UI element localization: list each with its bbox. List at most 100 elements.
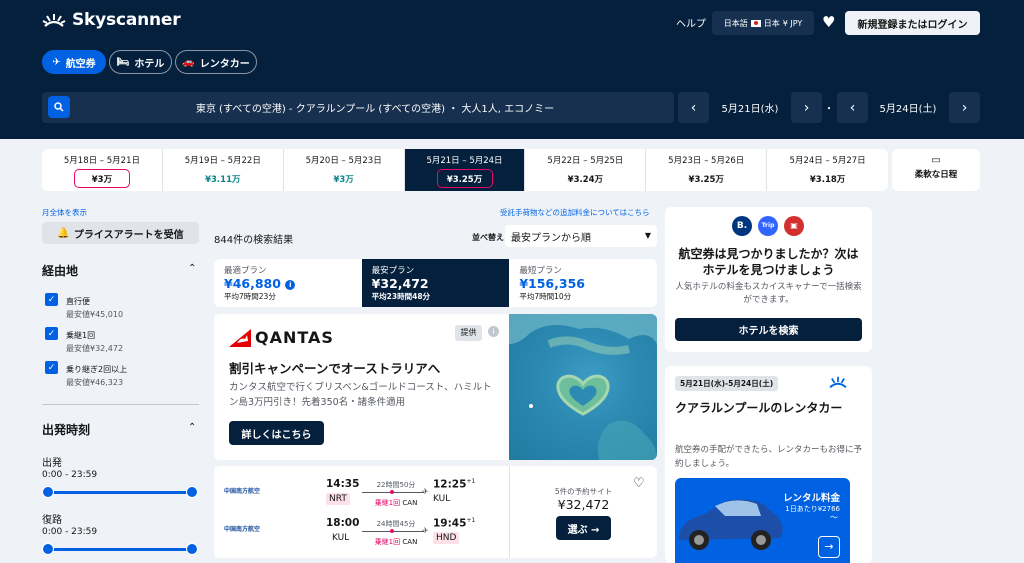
select-flight-button[interactable]: 選ぶ →	[556, 516, 611, 540]
booking-sites-count: 5件の予約サイト	[554, 487, 613, 496]
checkbox-direct[interactable]: ✓	[45, 293, 58, 306]
inbound-arrive-time: 19:45+1	[433, 517, 476, 530]
search-summary-text[interactable]: 東京 (すべての空港) - クアラルンプール (すべての空港) ・ 大人1人, …	[80, 92, 670, 123]
depart-date[interactable]: 5月21日(水)	[712, 92, 788, 123]
skyscanner-logo[interactable]: Skyscanner	[42, 10, 181, 30]
sort-tab-sub: 平均7時間10分	[519, 292, 572, 301]
calendar-icon: ▭	[931, 155, 941, 166]
tab-car-rental[interactable]: 🚗 レンタカー	[175, 50, 257, 74]
sort-select[interactable]: 最安プランから順 ▼	[505, 225, 657, 247]
date-strip-cell[interactable]: 5月18日 – 5月21日 ¥3万	[42, 149, 163, 191]
flight-result-card[interactable]: 中国南方航空 中国南方航空 14:35 NRT 22時間50分 ✈ 乗継1回 C…	[214, 466, 657, 558]
plane-icon: ✈	[422, 526, 429, 535]
sort-tab-cheapest[interactable]: 最安プラン ¥32,472 平均23時間48分	[361, 259, 510, 307]
heart-reef-image	[509, 314, 657, 460]
search-hotels-button[interactable]: ホテルを検索	[675, 318, 862, 341]
outbound-arrive-time: 12:25+1	[433, 478, 476, 491]
info-icon[interactable]: i	[488, 326, 499, 337]
depart-time-slider[interactable]	[48, 491, 192, 494]
return-time-slider[interactable]	[48, 548, 192, 551]
prev-depart-date-button[interactable]: ‹	[678, 92, 709, 123]
next-return-date-button[interactable]: ›	[949, 92, 980, 123]
qantas-ad-card[interactable]: QANTAS 提供 i 割引キャンペーンでオーストラリアへ カンタス航空で行くブ…	[214, 314, 657, 460]
japan-flag-icon	[750, 19, 761, 27]
search-icon[interactable]	[48, 96, 70, 118]
sort-tab-price: ¥156,356	[519, 276, 585, 291]
flight-price: ¥32,472	[557, 497, 610, 512]
show-whole-month-link[interactable]: 月全体を表示	[42, 207, 87, 218]
stops-one-label: 乗継1回	[66, 331, 96, 340]
sort-tab-price: ¥32,472	[371, 276, 429, 291]
date-range: 5月24日 – 5月27日	[789, 156, 866, 166]
kangaroo-icon	[229, 328, 251, 347]
trip-logo-icon: Trip	[758, 216, 778, 236]
date-strip-cell[interactable]: 5月22日 – 5月25日 ¥3.24万	[525, 149, 647, 191]
brand-name: Skyscanner	[72, 10, 181, 30]
results-count: 844件の検索結果	[214, 235, 294, 246]
car-promo-body: 航空券の手配ができたら、レンタカーもお得に予約しましょう。	[675, 445, 863, 469]
chevron-left-icon: ‹	[849, 99, 856, 116]
hotel-promo-body: 人気ホテルの料金もスカイスキャナーで一括検索ができます。	[675, 282, 862, 305]
flexible-dates-button[interactable]: ▭ 柔軟な日程	[892, 149, 980, 191]
tab-hotels[interactable]: 🛏 ホテル	[109, 50, 172, 74]
stops-two-label: 乗り継ぎ2回以上	[66, 365, 128, 374]
return-slider-max-handle[interactable]	[186, 543, 198, 555]
date-strip-cell[interactable]: 5月23日 – 5月26日 ¥3.25万	[646, 149, 768, 191]
date-range: 5月19日 – 5月22日	[184, 156, 261, 166]
outbound-depart-time: 14:35	[326, 478, 360, 490]
help-link[interactable]: ヘルプ	[676, 15, 706, 30]
price-alert-button[interactable]: 🔔 プライスアラートを受信	[42, 222, 199, 244]
info-icon[interactable]: i	[285, 279, 296, 290]
stops-direct-price: 最安値¥45,010	[66, 310, 124, 319]
chevron-up-icon[interactable]: ⌃	[188, 263, 196, 274]
car-rate-panel: レンタル料金 1日あたり¥2766 〜 →	[675, 478, 850, 563]
depart-time-label: 出発	[42, 458, 62, 469]
return-time-label: 復路	[42, 515, 62, 526]
date-strip-cell[interactable]: 5月21日 – 5月24日 ¥3.25万	[404, 149, 526, 191]
inbound-depart-time: 18:00	[326, 517, 360, 529]
ad-cta-button[interactable]: 詳しくはこちら	[229, 421, 324, 445]
ad-body: カンタス航空で行くブリスベン&ゴールドコースト、ハミルトン島3万円引き！先着35…	[229, 382, 492, 408]
blue-car-image	[679, 499, 783, 550]
next-depart-date-button[interactable]: ›	[791, 92, 822, 123]
sort-tab-price: ¥46,880 i	[224, 276, 352, 291]
tab-hotels-label: ホテル	[134, 58, 165, 70]
return-date[interactable]: 5月24日(土)	[870, 92, 946, 123]
login-button[interactable]: 新規登録またはログイン	[845, 11, 980, 35]
chevron-right-icon: ›	[803, 99, 810, 116]
return-slider-min-handle[interactable]	[42, 543, 54, 555]
inbound-depart-airport: KUL	[332, 533, 350, 543]
caret-down-icon: ▼	[644, 231, 651, 240]
date-strip-cell[interactable]: 5月19日 – 5月22日 ¥3.11万	[163, 149, 284, 191]
chevron-up-icon[interactable]: ⌃	[188, 422, 196, 433]
checkbox-two-plus-stops[interactable]: ✓	[45, 361, 58, 374]
heart-icon[interactable]: ♥	[822, 13, 835, 31]
date-strip-cell[interactable]: 5月20日 – 5月23日 ¥3万	[284, 149, 405, 191]
date-strip-cell[interactable]: 5月24日 – 5月27日 ¥3.18万	[767, 149, 888, 191]
sort-tab-label: 最適プラン	[224, 266, 267, 276]
plane-icon: ✈	[422, 487, 429, 496]
tab-flights[interactable]: ✈ 航空券	[42, 50, 106, 74]
checkbox-one-stop[interactable]: ✓	[45, 327, 58, 340]
times-filter-title: 出発時刻	[42, 423, 91, 437]
date-price: ¥3万	[333, 175, 354, 185]
car-promo-title: クアラルンプールのレンタカー	[675, 401, 843, 415]
bed-icon: 🛏	[116, 56, 130, 68]
highlight-circle	[436, 169, 493, 188]
highlight-circle	[73, 169, 130, 188]
sort-tab-label: 最安プラン	[371, 266, 415, 276]
depart-slider-max-handle[interactable]	[186, 486, 198, 498]
sort-tab-best[interactable]: 最適プラン ¥46,880 i 平均7時間23分	[214, 259, 362, 307]
baggage-fees-link[interactable]: 受託手荷物などの追加料金についてはこちら	[500, 207, 650, 218]
tab-car-rental-label: レンタカー	[199, 58, 250, 70]
ad-headline: 割引キャンペーンでオーストラリアへ	[229, 361, 441, 376]
sort-tab-fastest[interactable]: 最短プラン ¥156,356 平均7時間10分	[509, 259, 657, 307]
plane-icon: ✈	[52, 56, 61, 68]
depart-slider-min-handle[interactable]	[42, 486, 54, 498]
prev-return-date-button[interactable]: ‹	[837, 92, 868, 123]
price-alert-label: プライスアラートを受信	[73, 229, 184, 241]
car-rental-promo-card[interactable]: 5月21日(水)-5月24日(土) クアラルンプールのレンタカー 航空券の手配が…	[665, 366, 872, 563]
outbound-depart-airport: NRT	[326, 493, 350, 505]
arrow-right-button[interactable]: →	[818, 536, 840, 558]
locale-selector[interactable]: 日本語 日本 ¥ JPY	[712, 11, 814, 35]
